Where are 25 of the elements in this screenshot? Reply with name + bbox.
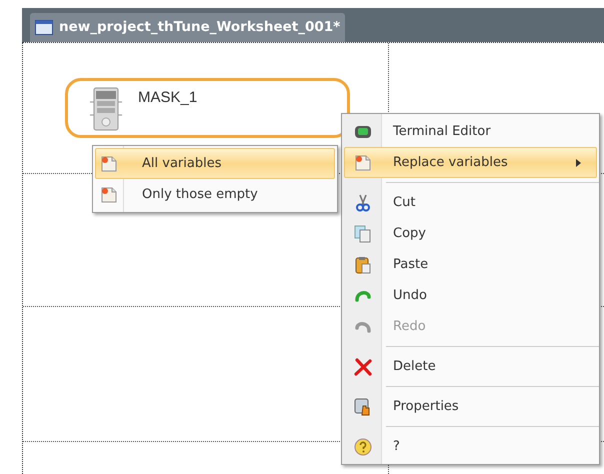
menu-item[interactable]: Delete	[344, 351, 597, 382]
menu-item[interactable]: Properties	[344, 391, 597, 422]
device-icon	[90, 87, 122, 131]
menu-item[interactable]: Paste	[344, 249, 597, 280]
clipboard-icon	[354, 256, 372, 274]
window-icon	[35, 20, 53, 35]
scissors-icon	[354, 194, 372, 212]
copy-icon	[354, 224, 372, 242]
mask-node[interactable]: MASK_1	[65, 78, 350, 138]
menu-item[interactable]: Undo	[344, 280, 597, 311]
node-label: MASK_1	[138, 88, 198, 108]
menu-item[interactable]: All variables	[95, 148, 335, 179]
menu-item[interactable]: Replace variables	[344, 147, 597, 178]
document-star-icon	[100, 154, 118, 172]
menu-item[interactable]: Only those empty	[95, 179, 335, 210]
delete-icon	[354, 358, 372, 376]
help-icon	[354, 438, 372, 456]
menu-item[interactable]: Copy	[344, 218, 597, 249]
worksheet-tab[interactable]: new_project_thTune_Worksheet_001*	[30, 13, 346, 42]
menu-item[interactable]: Cut	[344, 187, 597, 218]
submenu-arrow-icon	[576, 158, 581, 166]
menu-item[interactable]: ?	[344, 431, 597, 462]
document-star-icon	[354, 154, 372, 172]
document-star-icon	[100, 186, 118, 204]
properties-icon	[354, 398, 372, 416]
